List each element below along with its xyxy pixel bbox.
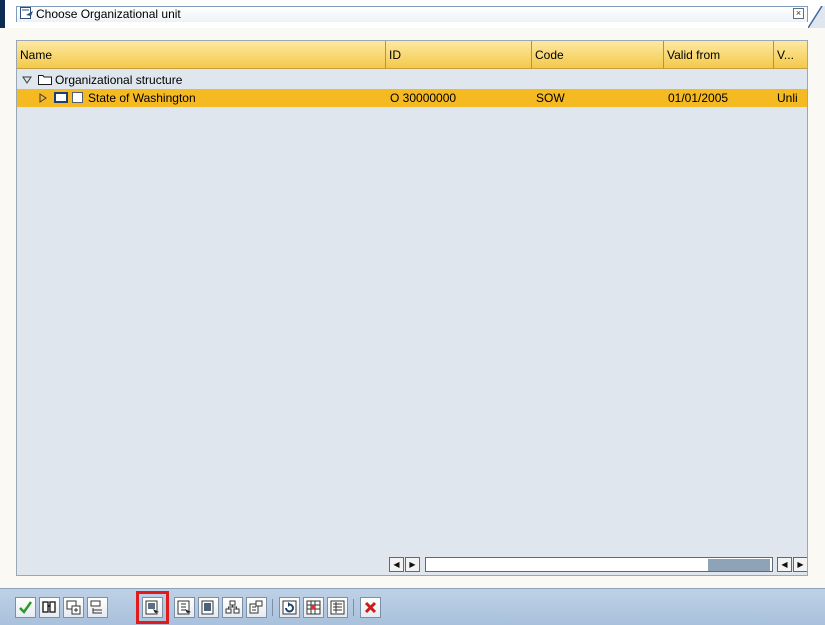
column-header-code[interactable]: Code <box>532 41 664 69</box>
collapse-subtree-button[interactable] <box>87 597 108 618</box>
details-icon <box>330 600 345 615</box>
hierarchy-icon <box>225 600 240 614</box>
cancel-icon <box>364 601 377 614</box>
column-header-valid-from[interactable]: Valid from <box>664 41 774 69</box>
dialog-window-icon <box>20 7 33 19</box>
org-unit-tree: Name ID Code Valid from V... Organizatio… <box>16 40 808 576</box>
expanded-triangle-icon[interactable] <box>22 75 32 85</box>
deselect-all-icon <box>201 600 214 615</box>
title-accent-bar <box>0 0 5 28</box>
collapse-subtree-icon <box>90 600 102 614</box>
row-valid-from: 01/01/2005 <box>668 91 729 105</box>
select-all-button[interactable] <box>174 597 195 618</box>
row-checkbox[interactable] <box>72 92 83 103</box>
column-config-icon <box>306 600 321 615</box>
column-header-valid-to[interactable]: V... <box>774 41 807 69</box>
find-icon <box>42 601 56 613</box>
title-corner-decoration <box>808 6 825 28</box>
scroll-right-icon-2[interactable]: ▶ <box>793 557 807 572</box>
expand-subtree-button[interactable] <box>63 597 84 618</box>
row-name: State of Washington <box>88 91 196 105</box>
scrollbar-track[interactable] <box>425 557 773 572</box>
select-all-icon <box>177 600 191 615</box>
structure-icon <box>249 600 263 614</box>
row-id: O 30000000 <box>390 91 457 105</box>
toolbar-separator-2 <box>353 599 354 616</box>
structure-button[interactable] <box>246 597 267 618</box>
tree-row-org-structure[interactable]: Organizational structure <box>17 71 807 89</box>
cancel-button[interactable] <box>360 597 381 618</box>
details-button[interactable] <box>327 597 348 618</box>
row-valid-to: Unli <box>777 91 798 105</box>
dialog-title-bar: Choose Organizational unit × <box>0 0 825 28</box>
horizontal-scrollbars: ◀ ▶ ◀ ▶ <box>386 557 807 574</box>
select-block-icon <box>145 600 159 615</box>
org-unit-icon <box>54 92 68 103</box>
row-code: SOW <box>536 91 565 105</box>
deselect-all-button[interactable] <box>198 597 219 618</box>
select-block-button[interactable] <box>136 591 169 624</box>
dialog-title: Choose Organizational unit <box>36 7 181 21</box>
hierarchy-button[interactable] <box>222 597 243 618</box>
close-icon[interactable]: × <box>793 8 804 19</box>
scroll-left-icon[interactable]: ◀ <box>389 557 404 572</box>
scroll-right-icon[interactable]: ▶ <box>405 557 420 572</box>
column-config-button[interactable] <box>303 597 324 618</box>
toolbar-separator <box>272 599 273 616</box>
collapsed-triangle-icon[interactable] <box>38 93 48 103</box>
tree-node-label: Organizational structure <box>55 73 183 87</box>
folder-icon <box>38 75 52 85</box>
tree-header: Name ID Code Valid from V... <box>17 41 807 69</box>
find-button[interactable] <box>39 597 60 618</box>
column-header-id[interactable]: ID <box>386 41 532 69</box>
continue-button[interactable] <box>15 597 36 618</box>
refresh-button[interactable] <box>279 597 300 618</box>
scrollbar-thumb[interactable] <box>708 559 770 571</box>
bottom-toolbar <box>0 588 825 625</box>
scroll-left-icon-2[interactable]: ◀ <box>777 557 792 572</box>
expand-subtree-icon <box>66 600 81 615</box>
dialog-content: Name ID Code Valid from V... Organizatio… <box>0 28 825 588</box>
tree-row-state-of-washington[interactable]: State of Washington O 30000000 SOW 01/01… <box>17 89 807 107</box>
refresh-icon <box>282 600 297 615</box>
column-header-name[interactable]: Name <box>17 41 386 69</box>
check-icon <box>19 601 33 614</box>
